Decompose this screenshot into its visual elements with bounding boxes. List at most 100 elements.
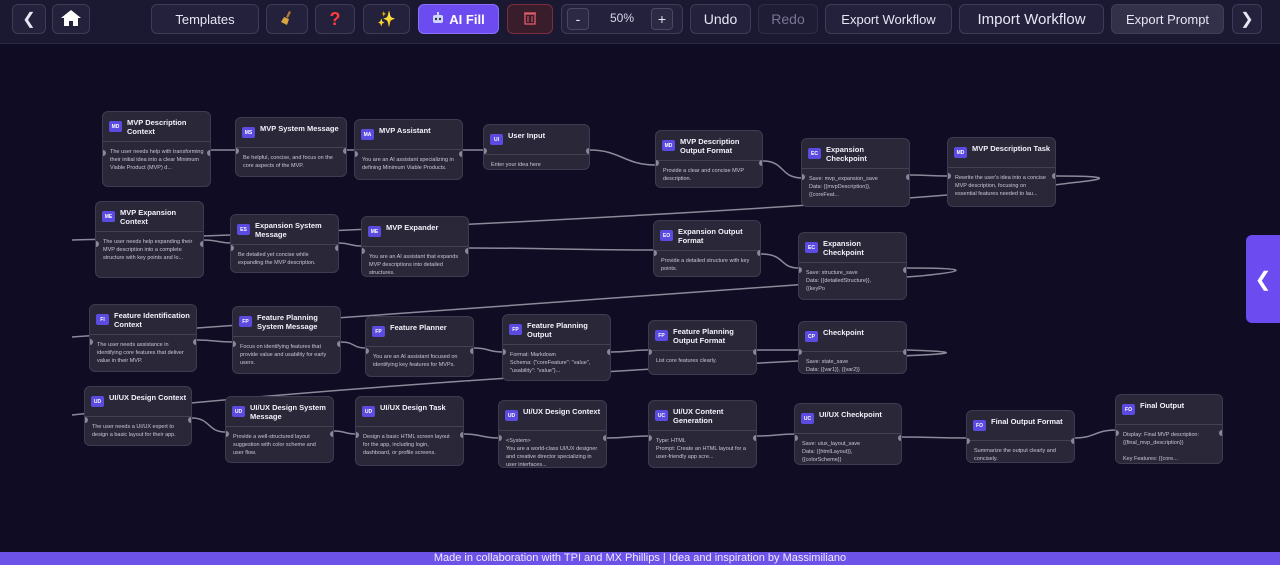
output-port[interactable]: [1052, 173, 1055, 179]
workflow-node[interactable]: FP Feature Planning System Message Focus o…: [232, 306, 341, 374]
input-port[interactable]: [656, 160, 659, 166]
output-port[interactable]: [1071, 438, 1074, 444]
input-port[interactable]: [948, 173, 951, 179]
output-port[interactable]: [459, 151, 462, 157]
workflow-node[interactable]: UD UI/UX Design Context <System> You are a…: [498, 400, 607, 468]
output-port[interactable]: [906, 174, 909, 180]
templates-button[interactable]: Templates: [151, 4, 259, 34]
output-port[interactable]: [330, 431, 333, 437]
input-port[interactable]: [366, 348, 369, 354]
output-port[interactable]: [903, 349, 906, 355]
output-port[interactable]: [1219, 430, 1222, 436]
workflow-node[interactable]: FO Final Output Format Summarize the outpu…: [966, 410, 1075, 463]
output-port[interactable]: [586, 148, 589, 154]
workflow-node[interactable]: MD MVP Description Context The user needs …: [102, 111, 211, 187]
workflow-node[interactable]: CP Checkpoint Save: state_save Data: {{var…: [798, 321, 907, 374]
output-port[interactable]: [188, 417, 191, 423]
workflow-node[interactable]: UI User Input Enter your idea here: [483, 124, 590, 170]
input-port[interactable]: [654, 250, 657, 256]
node-header: UI User Input: [484, 125, 589, 155]
workflow-node[interactable]: EO Expansion Output Format Provide a detai…: [653, 220, 761, 277]
input-port[interactable]: [103, 150, 106, 156]
output-port[interactable]: [603, 435, 606, 441]
workflow-node[interactable]: FO Final Output Display: Final MVP descrip…: [1115, 394, 1223, 464]
back-button[interactable]: ❮: [12, 4, 46, 34]
home-button[interactable]: [52, 4, 90, 34]
input-port[interactable]: [362, 248, 365, 254]
input-port[interactable]: [356, 432, 359, 438]
sidebar-toggle[interactable]: ❮: [1246, 235, 1280, 323]
export-workflow-button[interactable]: Export Workflow: [825, 4, 952, 34]
workflow-node[interactable]: MD MVP Description Output Format Provide a…: [655, 130, 763, 188]
magic-button[interactable]: ✨: [363, 4, 410, 34]
output-port[interactable]: [753, 349, 756, 355]
delete-button[interactable]: [507, 4, 553, 34]
input-port[interactable]: [795, 435, 798, 441]
output-port[interactable]: [470, 348, 473, 354]
input-port[interactable]: [799, 267, 802, 273]
input-port[interactable]: [355, 151, 358, 157]
input-port[interactable]: [802, 174, 805, 180]
output-port[interactable]: [465, 248, 468, 254]
forward-button[interactable]: ❯: [1232, 4, 1262, 34]
zoom-in-button[interactable]: +: [651, 8, 673, 30]
workflow-node[interactable]: ES Expansion System Message Be detailed ye…: [230, 214, 339, 273]
node-header: ME MVP Expander: [362, 217, 468, 247]
workflow-node[interactable]: MD MVP Description Task Rewrite the user's…: [947, 137, 1056, 207]
output-port[interactable]: [757, 250, 760, 256]
workflow-node[interactable]: UC UI/UX Checkpoint Save: uiux_layout_save…: [794, 403, 902, 465]
ai-fill-button[interactable]: AI Fill: [418, 4, 499, 34]
input-port[interactable]: [649, 349, 652, 355]
input-port[interactable]: [96, 241, 99, 247]
output-port[interactable]: [759, 160, 762, 166]
workflow-node[interactable]: UD UI/UX Design System Message Provide a w…: [225, 396, 334, 463]
workflow-node[interactable]: ME MVP Expander You are an AI assistant th…: [361, 216, 469, 277]
output-port[interactable]: [343, 148, 346, 154]
workflow-node[interactable]: EC Expansion Checkpoint Save: structure_sa…: [798, 232, 907, 300]
output-port[interactable]: [903, 267, 906, 273]
workflow-node[interactable]: MS MVP System Message Be helpful, concise,…: [235, 117, 347, 177]
output-port[interactable]: [193, 339, 196, 345]
workflow-node[interactable]: EC Expansion Checkpoint Save: mvp_expansio…: [801, 138, 910, 207]
node-body: Be helpful, concise, and focus on the co…: [243, 155, 333, 169]
input-port[interactable]: [231, 245, 234, 251]
input-port[interactable]: [499, 435, 502, 441]
output-port[interactable]: [200, 241, 203, 247]
node-header: FI Feature Identification Context: [90, 305, 196, 335]
input-port[interactable]: [649, 435, 652, 441]
input-port[interactable]: [799, 349, 802, 355]
workflow-node[interactable]: FP Feature Planning Output Format List cor…: [648, 320, 757, 375]
workflow-node[interactable]: FP Feature Planning Output Format: Markdow…: [502, 314, 611, 381]
zoom-out-button[interactable]: -: [567, 8, 589, 30]
input-port[interactable]: [236, 148, 239, 154]
input-port[interactable]: [226, 431, 229, 437]
output-port[interactable]: [898, 435, 901, 441]
workflow-node[interactable]: FP Feature Planner You are an AI assistant…: [365, 316, 474, 377]
input-port[interactable]: [503, 349, 506, 355]
input-port[interactable]: [233, 341, 236, 347]
help-button[interactable]: ?: [315, 4, 355, 34]
workflow-node[interactable]: MA MVP Assistant You are an AI assistant s…: [354, 119, 463, 180]
workflow-node[interactable]: UC UI/UX Content Generation Type: HTML Pro…: [648, 400, 757, 468]
workflow-node[interactable]: ME MVP Expansion Context The user needs he…: [95, 201, 204, 278]
output-port[interactable]: [207, 150, 210, 156]
workflow-node[interactable]: UD UI/UX Design Context The user needs a U…: [84, 386, 192, 446]
redo-button[interactable]: Redo: [758, 4, 818, 34]
input-port[interactable]: [967, 438, 970, 444]
input-port[interactable]: [90, 339, 93, 345]
clean-button[interactable]: [266, 4, 308, 34]
input-port[interactable]: [1116, 430, 1119, 436]
output-port[interactable]: [460, 432, 463, 438]
undo-button[interactable]: Undo: [690, 4, 751, 34]
import-workflow-button[interactable]: Import Workflow: [959, 4, 1104, 34]
node-header: UD UI/UX Design System Message: [226, 397, 333, 427]
workflow-node[interactable]: UD UI/UX Design Task Design a basic HTML s…: [355, 396, 464, 466]
input-port[interactable]: [85, 417, 88, 423]
export-prompt-button[interactable]: Export Prompt: [1111, 4, 1224, 34]
workflow-node[interactable]: FI Feature Identification Context The user…: [89, 304, 197, 372]
output-port[interactable]: [607, 349, 610, 355]
output-port[interactable]: [335, 245, 338, 251]
output-port[interactable]: [337, 341, 340, 347]
output-port[interactable]: [753, 435, 756, 441]
node-badge: MA: [361, 129, 374, 140]
